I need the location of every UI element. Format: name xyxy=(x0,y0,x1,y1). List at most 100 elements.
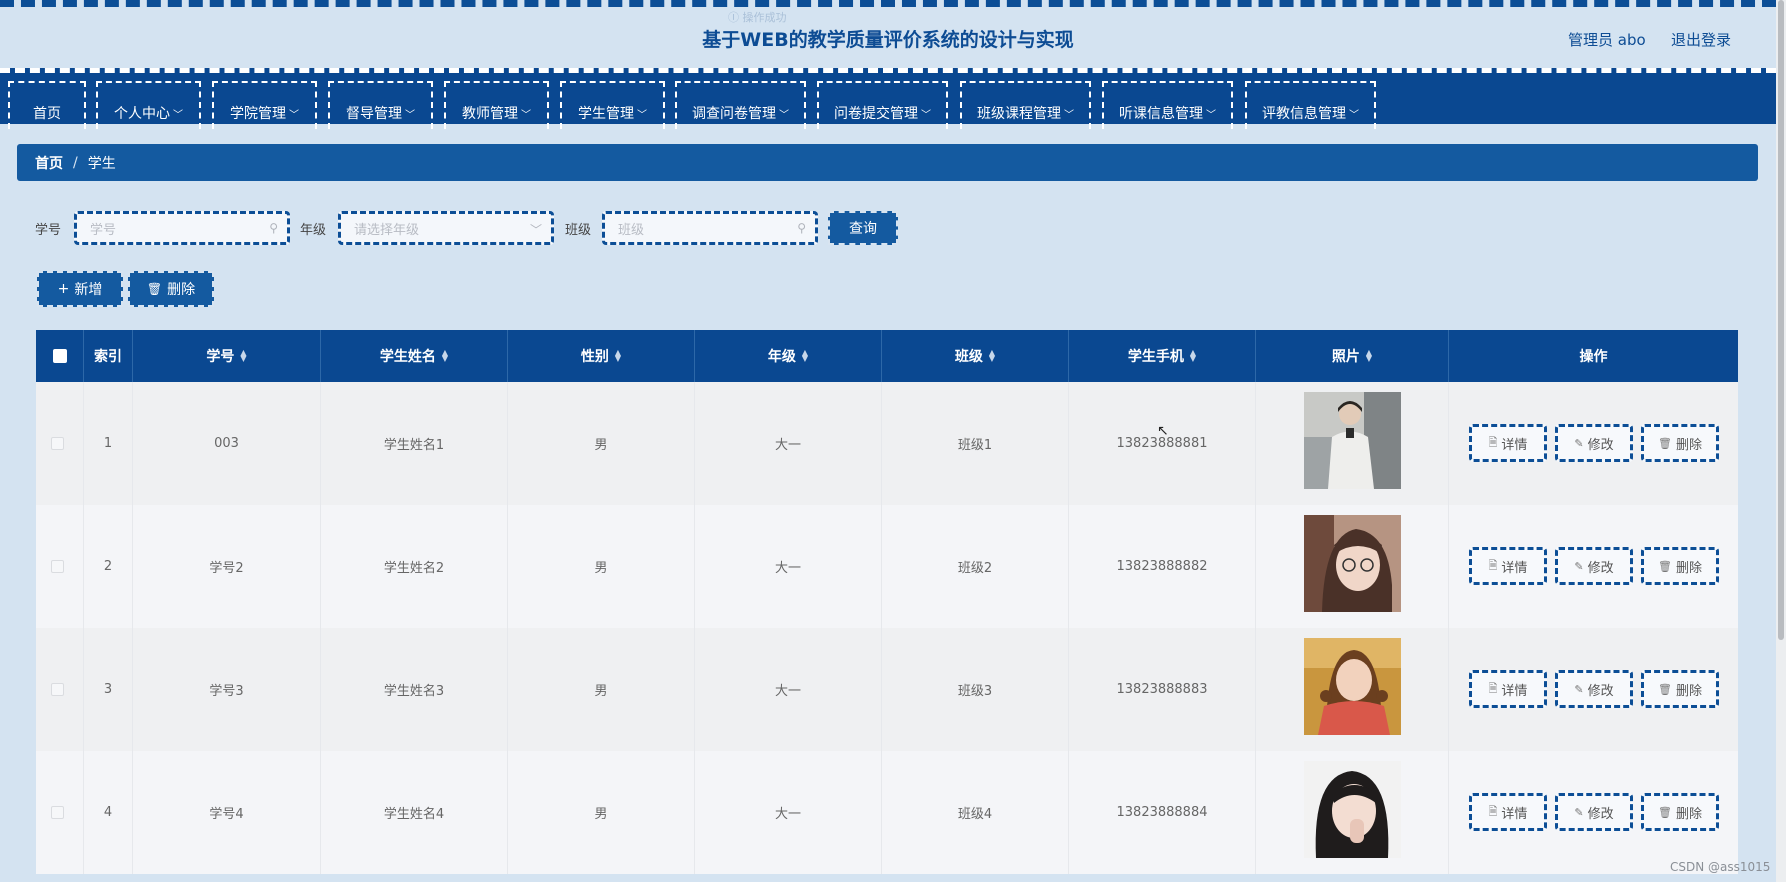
index-cell: 4 xyxy=(84,751,133,874)
query-button[interactable]: 查询 xyxy=(828,211,898,245)
chevron-down-icon: ﹀ xyxy=(521,110,531,121)
student-photo[interactable] xyxy=(1304,761,1401,858)
student-photo[interactable] xyxy=(1304,392,1401,489)
search-icon: ⚲ xyxy=(797,221,806,235)
class-cell: 班级1 xyxy=(882,382,1069,505)
sort-icon[interactable]: ▲ ▼ xyxy=(1190,349,1196,363)
nav-item-personal-center[interactable]: 个人中心 ﹀ xyxy=(96,81,201,129)
pencil-icon: ✎ xyxy=(1574,436,1584,450)
student-photo[interactable] xyxy=(1304,638,1401,735)
nav-item-survey[interactable]: 调查问卷管理 ﹀ xyxy=(675,81,806,129)
student-id-input[interactable]: 学号 ⚲ xyxy=(74,211,290,245)
phone-cell: 13823888882 xyxy=(1069,505,1256,628)
col-index: 索引 xyxy=(84,330,133,382)
row-checkbox[interactable] xyxy=(51,560,64,573)
sort-icon[interactable]: ▲ ▼ xyxy=(240,349,246,363)
col-name[interactable]: 学生姓名 ▲ ▼ xyxy=(321,330,508,382)
col-phone-label: 学生手机 xyxy=(1127,349,1184,365)
nav-item-label: 学院管理 xyxy=(230,106,286,122)
breadcrumb-home[interactable]: 首页 xyxy=(35,153,63,173)
student-id-cell: 003 xyxy=(133,382,321,505)
detail-button[interactable]: 🗎 详情 xyxy=(1469,793,1547,831)
sort-icon[interactable]: ▲ ▼ xyxy=(442,349,448,363)
edit-button[interactable]: ✎ 修改 xyxy=(1555,793,1633,831)
breadcrumb: 首页 / 学生 xyxy=(17,144,1758,181)
col-actions: 操作 xyxy=(1449,330,1738,382)
table-row: 3 学号3 学生姓名3 男 大一 班级3 13823888883 🗎 详情 ✎ 修改… xyxy=(36,628,1738,751)
name-cell: 学生姓名1 xyxy=(321,382,508,505)
grade-select[interactable]: 请选择年级 ﹀ xyxy=(338,211,554,245)
detail-button[interactable]: 🗎 详情 xyxy=(1469,547,1547,585)
query-button-label: 查询 xyxy=(849,221,877,237)
chevron-down-icon: ﹀ xyxy=(1206,110,1216,121)
delete-button[interactable]: 🗑 删除 xyxy=(1641,670,1719,708)
pencil-icon: ✎ xyxy=(1574,559,1584,573)
detail-button-label: 详情 xyxy=(1501,683,1528,699)
index-cell: 3 xyxy=(84,628,133,751)
admin-user-label: 管理员 abo xyxy=(1568,31,1646,49)
logout-link[interactable]: 退出登录 xyxy=(1671,29,1731,50)
col-actions-label: 操作 xyxy=(1579,349,1608,365)
delete-button-label: 删除 xyxy=(167,282,196,298)
sort-icon[interactable]: ▲ ▼ xyxy=(802,349,808,363)
gender-cell: 男 xyxy=(508,382,695,505)
add-button-label: 新增 xyxy=(74,282,103,298)
top-header: Ⓘ 操作成功 基于WEB的教学质量评价系统的设计与实现 管理员 abo 退出登录 xyxy=(0,0,1776,68)
trash-icon: 🗑 xyxy=(1658,436,1672,450)
student-photo[interactable] xyxy=(1304,515,1401,612)
class-input[interactable]: 班级 ⚲ xyxy=(602,211,818,245)
batch-delete-button[interactable]: 🗑 删除 xyxy=(128,271,214,307)
select-all-checkbox[interactable] xyxy=(53,349,67,363)
nav-item-class-course[interactable]: 班级课程管理 ﹀ xyxy=(960,81,1091,129)
class-cell: 班级2 xyxy=(882,505,1069,628)
sort-icon[interactable]: ▲ ▼ xyxy=(1366,349,1372,363)
detail-button[interactable]: 🗎 详情 xyxy=(1469,670,1547,708)
edit-button[interactable]: ✎ 修改 xyxy=(1555,670,1633,708)
nav-item-evaluation-info[interactable]: 评教信息管理 ﹀ xyxy=(1245,81,1376,129)
row-check-cell xyxy=(36,505,84,628)
sort-icon[interactable]: ▲ ▼ xyxy=(615,349,621,363)
col-phone[interactable]: 学生手机 ▲ ▼ xyxy=(1069,330,1256,382)
scrollbar-thumb[interactable] xyxy=(1778,0,1784,640)
nav-item-survey-submission[interactable]: 问卷提交管理 ﹀ xyxy=(817,81,948,129)
nav-item-label: 教师管理 xyxy=(462,106,518,122)
nav-item-supervisor[interactable]: 督导管理 ﹀ xyxy=(328,81,433,129)
delete-button[interactable]: 🗑 删除 xyxy=(1641,793,1719,831)
col-student-id-label: 学号 xyxy=(206,349,235,365)
nav-item-label: 首页 xyxy=(33,106,61,122)
edit-button[interactable]: ✎ 修改 xyxy=(1555,547,1633,585)
add-button[interactable]: + 新增 xyxy=(37,271,123,307)
nav-item-lecture-info[interactable]: 听课信息管理 ﹀ xyxy=(1102,81,1233,129)
row-checkbox[interactable] xyxy=(51,806,64,819)
delete-button-label: 删除 xyxy=(1675,806,1702,822)
search-icon: ⚲ xyxy=(269,221,278,235)
delete-button[interactable]: 🗑 删除 xyxy=(1641,547,1719,585)
delete-button-label: 删除 xyxy=(1675,683,1702,699)
row-checkbox[interactable] xyxy=(51,683,64,696)
col-class[interactable]: 班级 ▲ ▼ xyxy=(882,330,1069,382)
edit-button[interactable]: ✎ 修改 xyxy=(1555,424,1633,462)
name-cell: 学生姓名2 xyxy=(321,505,508,628)
name-cell: 学生姓名4 xyxy=(321,751,508,874)
nav-item-college[interactable]: 学院管理 ﹀ xyxy=(212,81,317,129)
page-scrollbar[interactable] xyxy=(1776,0,1786,882)
pencil-icon: ✎ xyxy=(1574,682,1584,696)
nav-item-student[interactable]: 学生管理 ﹀ xyxy=(560,81,665,129)
chevron-down-icon: ﹀ xyxy=(405,110,415,121)
watermark: CSDN @ass1015 xyxy=(1670,860,1771,874)
col-student-id[interactable]: 学号 ▲ ▼ xyxy=(133,330,321,382)
sort-icon[interactable]: ▲ ▼ xyxy=(989,349,995,363)
nav-item-label: 个人中心 xyxy=(114,106,170,122)
detail-button[interactable]: 🗎 详情 xyxy=(1469,424,1547,462)
delete-button[interactable]: 🗑 删除 xyxy=(1641,424,1719,462)
col-photo[interactable]: 照片 ▲ ▼ xyxy=(1256,330,1449,382)
col-grade[interactable]: 年级 ▲ ▼ xyxy=(695,330,882,382)
nav-item-label: 评教信息管理 xyxy=(1262,106,1346,122)
nav-item-home[interactable]: 首页 xyxy=(8,81,86,129)
nav-item-teacher[interactable]: 教师管理 ﹀ xyxy=(444,81,549,129)
row-checkbox[interactable] xyxy=(51,437,64,450)
delete-button-label: 删除 xyxy=(1675,437,1702,453)
grade-cell: 大一 xyxy=(695,751,882,874)
edit-button-label: 修改 xyxy=(1587,437,1614,453)
col-gender[interactable]: 性别 ▲ ▼ xyxy=(508,330,695,382)
